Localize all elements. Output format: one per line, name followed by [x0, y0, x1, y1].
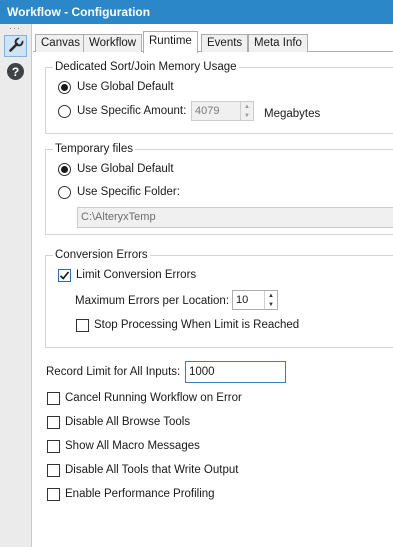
- option-disable-browse[interactable]: Disable All Browse Tools: [47, 414, 190, 430]
- memory-group-title: Dedicated Sort/Join Memory Usage: [53, 60, 239, 74]
- stop-processing-checkbox[interactable]: [76, 318, 89, 332]
- show-macro-messages-label: Show All Macro Messages: [65, 440, 200, 452]
- disable-output-tools-label: Disable All Tools that Write Output: [65, 464, 239, 476]
- temp-specific-radio-row[interactable]: Use Specific Folder:: [58, 184, 180, 200]
- disable-output-tools-checkbox[interactable]: [47, 463, 60, 477]
- memory-amount-stepper[interactable]: 4079 ▲ ▼: [191, 101, 254, 121]
- tab-canvas[interactable]: Canvas: [35, 34, 86, 52]
- max-errors-stepper[interactable]: 10 ▲ ▼: [232, 290, 278, 310]
- disable-browse-checkbox[interactable]: [47, 415, 60, 429]
- spin-up-icon[interactable]: ▲: [241, 102, 253, 111]
- conversion-group-title: Conversion Errors: [53, 248, 150, 262]
- spin-down-icon[interactable]: ▼: [265, 300, 277, 309]
- memory-specific-radio[interactable]: [58, 104, 71, 118]
- memory-unit-label: Megabytes: [264, 108, 321, 120]
- limit-errors-label: Limit Conversion Errors: [76, 269, 197, 281]
- window-title: Workflow - Configuration: [0, 0, 393, 24]
- stop-processing-row[interactable]: Stop Processing When Limit is Reached: [76, 317, 299, 333]
- option-show-macro-messages[interactable]: Show All Macro Messages: [47, 438, 200, 454]
- temp-files-group: Temporary files Use Global Default Use S…: [45, 142, 393, 235]
- spin-down-icon[interactable]: ▼: [241, 111, 253, 120]
- option-performance-profiling[interactable]: Enable Performance Profiling: [47, 486, 215, 502]
- temp-files-group-title: Temporary files: [53, 142, 135, 156]
- option-cancel-on-error[interactable]: Cancel Running Workflow on Error: [47, 390, 242, 406]
- limit-errors-checkbox[interactable]: [58, 268, 71, 282]
- spin-up-icon[interactable]: ▲: [265, 291, 277, 300]
- tab-bar: Canvas Workflow Runtime Events Meta Info: [33, 31, 393, 53]
- memory-global-label: Use Global Default: [77, 81, 174, 93]
- memory-specific-radio-row[interactable]: Use Specific Amount:: [58, 103, 186, 119]
- performance-profiling-checkbox[interactable]: [47, 487, 60, 501]
- memory-amount-value: 4079: [195, 105, 220, 117]
- memory-global-radio[interactable]: [58, 80, 71, 94]
- record-limit-label: Record Limit for All Inputs:: [46, 366, 181, 378]
- stop-processing-label: Stop Processing When Limit is Reached: [94, 319, 300, 331]
- wrench-icon: [8, 36, 24, 56]
- memory-group: Dedicated Sort/Join Memory Usage Use Glo…: [45, 60, 393, 134]
- memory-global-radio-row[interactable]: Use Global Default: [58, 79, 174, 95]
- limit-errors-row[interactable]: Limit Conversion Errors: [58, 267, 196, 283]
- disable-browse-label: Disable All Browse Tools: [65, 416, 191, 428]
- max-errors-value: 10: [236, 294, 249, 306]
- show-macro-messages-checkbox[interactable]: [47, 439, 60, 453]
- temp-global-radio[interactable]: [58, 162, 71, 176]
- tab-meta-info[interactable]: Meta Info: [248, 34, 308, 52]
- memory-specific-label: Use Specific Amount:: [77, 105, 187, 117]
- temp-specific-radio[interactable]: [58, 185, 71, 199]
- max-errors-label: Maximum Errors per Location:: [75, 295, 230, 307]
- cancel-on-error-label: Cancel Running Workflow on Error: [65, 392, 242, 404]
- temp-specific-label: Use Specific Folder:: [77, 186, 180, 198]
- temp-global-radio-row[interactable]: Use Global Default: [58, 161, 174, 177]
- cancel-on-error-checkbox[interactable]: [47, 391, 60, 405]
- option-disable-output-tools[interactable]: Disable All Tools that Write Output: [47, 462, 238, 478]
- tab-events[interactable]: Events: [201, 34, 249, 52]
- tab-runtime[interactable]: Runtime: [143, 31, 198, 53]
- record-limit-input[interactable]: 1000: [185, 361, 286, 383]
- question-icon[interactable]: ?: [7, 63, 24, 80]
- performance-profiling-label: Enable Performance Profiling: [65, 488, 215, 500]
- conversion-errors-group: Conversion Errors Limit Conversion Error…: [45, 248, 393, 348]
- runtime-panel: Dedicated Sort/Join Memory Usage Use Glo…: [33, 52, 393, 547]
- sidebar-grip[interactable]: ···: [9, 24, 23, 33]
- tab-workflow[interactable]: Workflow: [83, 34, 143, 52]
- configuration-tool-button[interactable]: [4, 35, 27, 57]
- temp-folder-field[interactable]: C:\AlteryxTemp: [77, 207, 393, 228]
- checkmark-icon: [59, 270, 70, 280]
- temp-global-label: Use Global Default: [77, 163, 174, 175]
- config-sidebar: ··· ?: [0, 24, 32, 547]
